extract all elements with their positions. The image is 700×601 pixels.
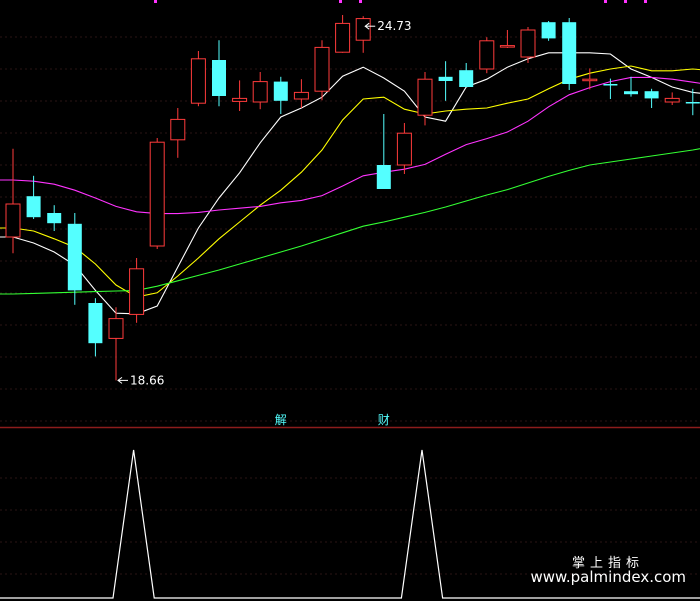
candle-body (26, 196, 41, 218)
candle (293, 79, 309, 108)
candle-body (314, 46, 330, 92)
candle-body (644, 91, 659, 99)
signal-labels: 解财 (275, 413, 390, 427)
candle-body (582, 78, 598, 82)
candle-body (355, 18, 371, 41)
candle (417, 72, 433, 126)
candle-body (685, 102, 700, 104)
candle-body (67, 223, 82, 291)
moving-average-lines (0, 52, 700, 315)
candle-body (603, 84, 618, 86)
stock-chart: 24.7318.66 解财 (0, 0, 700, 599)
top-marker (604, 0, 607, 3)
candle-body (479, 40, 495, 70)
candle (212, 40, 226, 107)
candle (108, 307, 124, 381)
candle (376, 114, 391, 189)
candle (459, 63, 474, 87)
top-marker (154, 0, 157, 3)
top-marker (644, 0, 647, 3)
candle (603, 78, 618, 99)
candle (88, 298, 103, 357)
candle-body (108, 318, 124, 339)
top-marker (359, 0, 362, 3)
signal-label: 解 (275, 413, 287, 427)
candle (314, 40, 330, 101)
annotation-low: 18.66 (117, 373, 164, 387)
ma-line-1 (0, 52, 700, 315)
candle-body (335, 22, 351, 53)
candle (67, 213, 82, 305)
candle-body (417, 78, 433, 116)
candle (335, 15, 351, 53)
candle-body (376, 165, 391, 189)
candle-body (47, 213, 62, 224)
candle (170, 108, 186, 158)
candle-body (88, 303, 103, 344)
candle (232, 80, 248, 111)
top-marker (339, 0, 342, 3)
candle (252, 72, 268, 110)
candle-body (459, 70, 474, 87)
candle-body (149, 141, 165, 247)
candle (479, 37, 495, 74)
candle-body (170, 118, 186, 141)
ma-line-4 (0, 148, 700, 295)
candle-body (438, 76, 453, 81)
candle-body (129, 268, 145, 315)
candle-body (562, 22, 577, 84)
candle (624, 76, 638, 97)
candle-body (541, 22, 556, 39)
candle-body (252, 81, 268, 103)
top-marker (624, 0, 627, 3)
candle-body (273, 81, 288, 101)
candle (499, 30, 515, 48)
candle-body (499, 45, 515, 48)
candle (149, 138, 165, 249)
candle-body (520, 29, 536, 58)
annotation-high: 24.73 (364, 19, 412, 33)
candle (438, 61, 453, 101)
candle-body (664, 97, 680, 103)
candle (644, 88, 659, 108)
candle (562, 18, 577, 90)
candle-body (293, 91, 309, 100)
candle-body (396, 132, 412, 166)
candle-body (212, 60, 226, 96)
candle-body (624, 91, 638, 95)
candle (129, 258, 145, 323)
candle (664, 92, 680, 105)
watermark-url: www.palmindex.com (530, 568, 686, 586)
candlesticks (5, 15, 700, 381)
candle (47, 205, 62, 231)
candle-body (232, 97, 248, 102)
candle-body (190, 58, 206, 104)
candle (541, 21, 556, 41)
ma-line-3 (0, 76, 700, 215)
candle-body (5, 203, 21, 238)
candle (396, 123, 412, 174)
annotation-value: 24.73 (377, 19, 411, 33)
candle (355, 16, 371, 53)
candle (190, 51, 206, 107)
annotation-value: 18.66 (130, 373, 164, 387)
signal-label: 财 (378, 413, 390, 427)
candle (273, 76, 288, 114)
